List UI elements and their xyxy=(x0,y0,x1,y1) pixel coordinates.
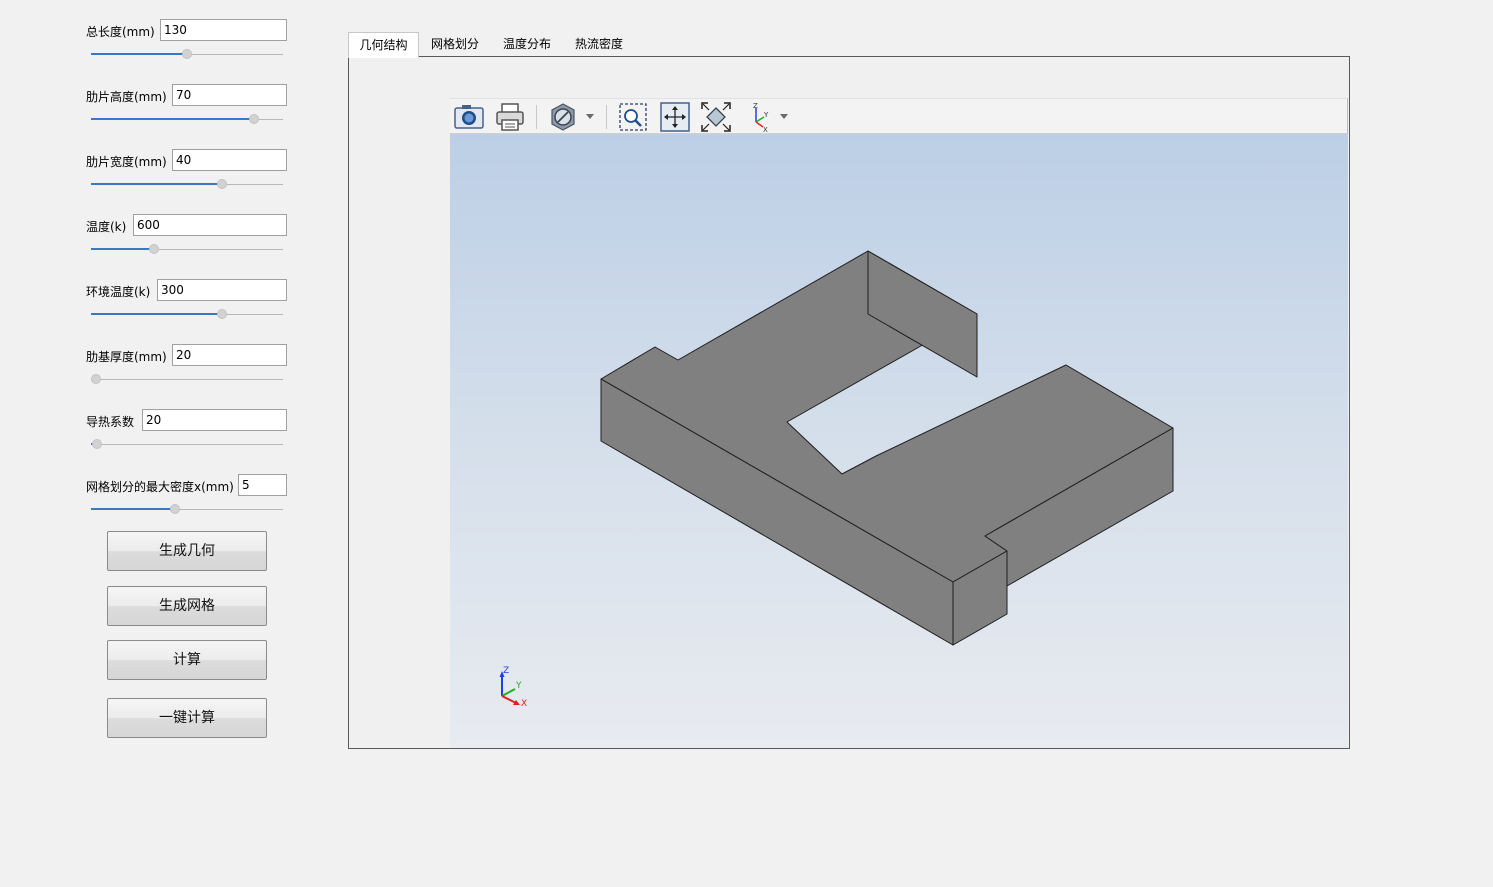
tab-geometry[interactable]: 几何结构 xyxy=(348,32,419,58)
fin-height-input[interactable] xyxy=(172,84,287,106)
thermal-conductivity-slider[interactable] xyxy=(91,439,283,451)
mesh-max-density-input[interactable] xyxy=(238,474,287,496)
compute-button[interactable]: 计算 xyxy=(107,640,267,680)
param-thermal-conductivity: 导热系数 xyxy=(86,409,288,459)
slider-thumb[interactable] xyxy=(149,244,159,254)
slider-fill xyxy=(91,508,175,510)
printer-icon[interactable] xyxy=(493,100,527,134)
param-label: 温度(k) xyxy=(86,220,127,234)
slider-fill xyxy=(91,53,187,55)
display-mode-dropdown-icon[interactable] xyxy=(586,114,594,119)
param-label: 肋片宽度(mm) xyxy=(86,155,167,169)
slider-fill xyxy=(91,248,154,250)
generate-mesh-button[interactable]: 生成网格 xyxy=(107,586,267,626)
thermal-conductivity-input[interactable] xyxy=(142,409,287,431)
mesh-max-density-slider[interactable] xyxy=(91,504,283,516)
slider-thumb[interactable] xyxy=(170,504,180,514)
viewport-canvas[interactable]: Z Y X xyxy=(450,134,1348,748)
fin-width-slider[interactable] xyxy=(91,179,283,191)
slider-track xyxy=(91,444,283,445)
total-length-slider[interactable] xyxy=(91,49,283,61)
svg-text:Z: Z xyxy=(753,102,758,110)
param-ambient-temperature: 环境温度(k) xyxy=(86,279,288,329)
viewer-toolbar: Z Y X xyxy=(450,98,1348,134)
param-base-thickness: 肋基厚度(mm) xyxy=(86,344,288,394)
slider-thumb[interactable] xyxy=(182,49,192,59)
axes-view-dropdown-icon[interactable] xyxy=(780,114,788,119)
toolbar-separator xyxy=(606,105,607,129)
slider-fill xyxy=(91,183,222,185)
slider-thumb[interactable] xyxy=(92,439,102,449)
param-label: 肋基厚度(mm) xyxy=(86,350,167,364)
toolbar-separator xyxy=(536,105,537,129)
param-fin-width: 肋片宽度(mm) xyxy=(86,149,288,199)
fin-width-input[interactable] xyxy=(172,149,287,171)
app-window: 总长度(mm) 肋片高度(mm) 肋片宽度(mm) xyxy=(0,0,1493,887)
slider-fill xyxy=(91,118,254,120)
axes-view-icon[interactable]: Z Y X xyxy=(740,100,774,134)
param-label: 肋片高度(mm) xyxy=(86,90,167,104)
pan-icon[interactable] xyxy=(658,100,692,134)
triad-x-label: X xyxy=(521,699,527,708)
param-label: 总长度(mm) xyxy=(86,25,155,39)
param-total-length: 总长度(mm) xyxy=(86,19,288,69)
generate-geometry-button[interactable]: 生成几何 xyxy=(107,531,267,571)
base-thickness-input[interactable] xyxy=(172,344,287,366)
slider-thumb[interactable] xyxy=(217,309,227,319)
slider-fill xyxy=(91,313,222,315)
slider-thumb[interactable] xyxy=(217,179,227,189)
one-click-compute-button[interactable]: 一键计算 xyxy=(107,698,267,738)
tab-mesh[interactable]: 网格划分 xyxy=(419,32,491,57)
param-label: 环境温度(k) xyxy=(86,285,151,299)
total-length-input[interactable] xyxy=(160,19,287,41)
slider-track xyxy=(91,379,283,380)
temperature-input[interactable] xyxy=(133,214,287,236)
base-thickness-slider[interactable] xyxy=(91,374,283,386)
triad-y-label: Y xyxy=(515,681,522,691)
temperature-slider[interactable] xyxy=(91,244,283,256)
fin-3d-model xyxy=(600,250,1174,646)
param-label: 网格划分的最大密度x(mm) xyxy=(86,480,234,494)
zoom-box-icon[interactable] xyxy=(616,100,650,134)
display-mode-icon[interactable] xyxy=(546,100,580,134)
param-mesh-max-density: 网格划分的最大密度x(mm) xyxy=(86,474,288,524)
ambient-temperature-input[interactable] xyxy=(157,279,287,301)
svg-text:Y: Y xyxy=(763,111,769,119)
ambient-temperature-slider[interactable] xyxy=(91,309,283,321)
param-label: 导热系数 xyxy=(86,415,135,429)
slider-thumb[interactable] xyxy=(249,114,259,124)
param-fin-height: 肋片高度(mm) xyxy=(86,84,288,134)
param-temperature: 温度(k) xyxy=(86,214,288,264)
axis-triad-icon: Z Y X xyxy=(499,666,527,708)
fin-height-slider[interactable] xyxy=(91,114,283,126)
tab-content-geometry: Z Y X Z Y X xyxy=(348,56,1350,749)
triad-z-label: Z xyxy=(503,666,509,676)
fit-view-icon[interactable] xyxy=(699,100,733,134)
3d-viewer: Z Y X Z Y X xyxy=(450,98,1348,748)
svg-text:X: X xyxy=(763,126,768,134)
tab-temperature-distribution[interactable]: 温度分布 xyxy=(491,32,563,57)
camera-icon[interactable] xyxy=(452,100,486,134)
tab-heat-flux[interactable]: 热流密度 xyxy=(563,32,635,57)
slider-thumb[interactable] xyxy=(91,374,101,384)
